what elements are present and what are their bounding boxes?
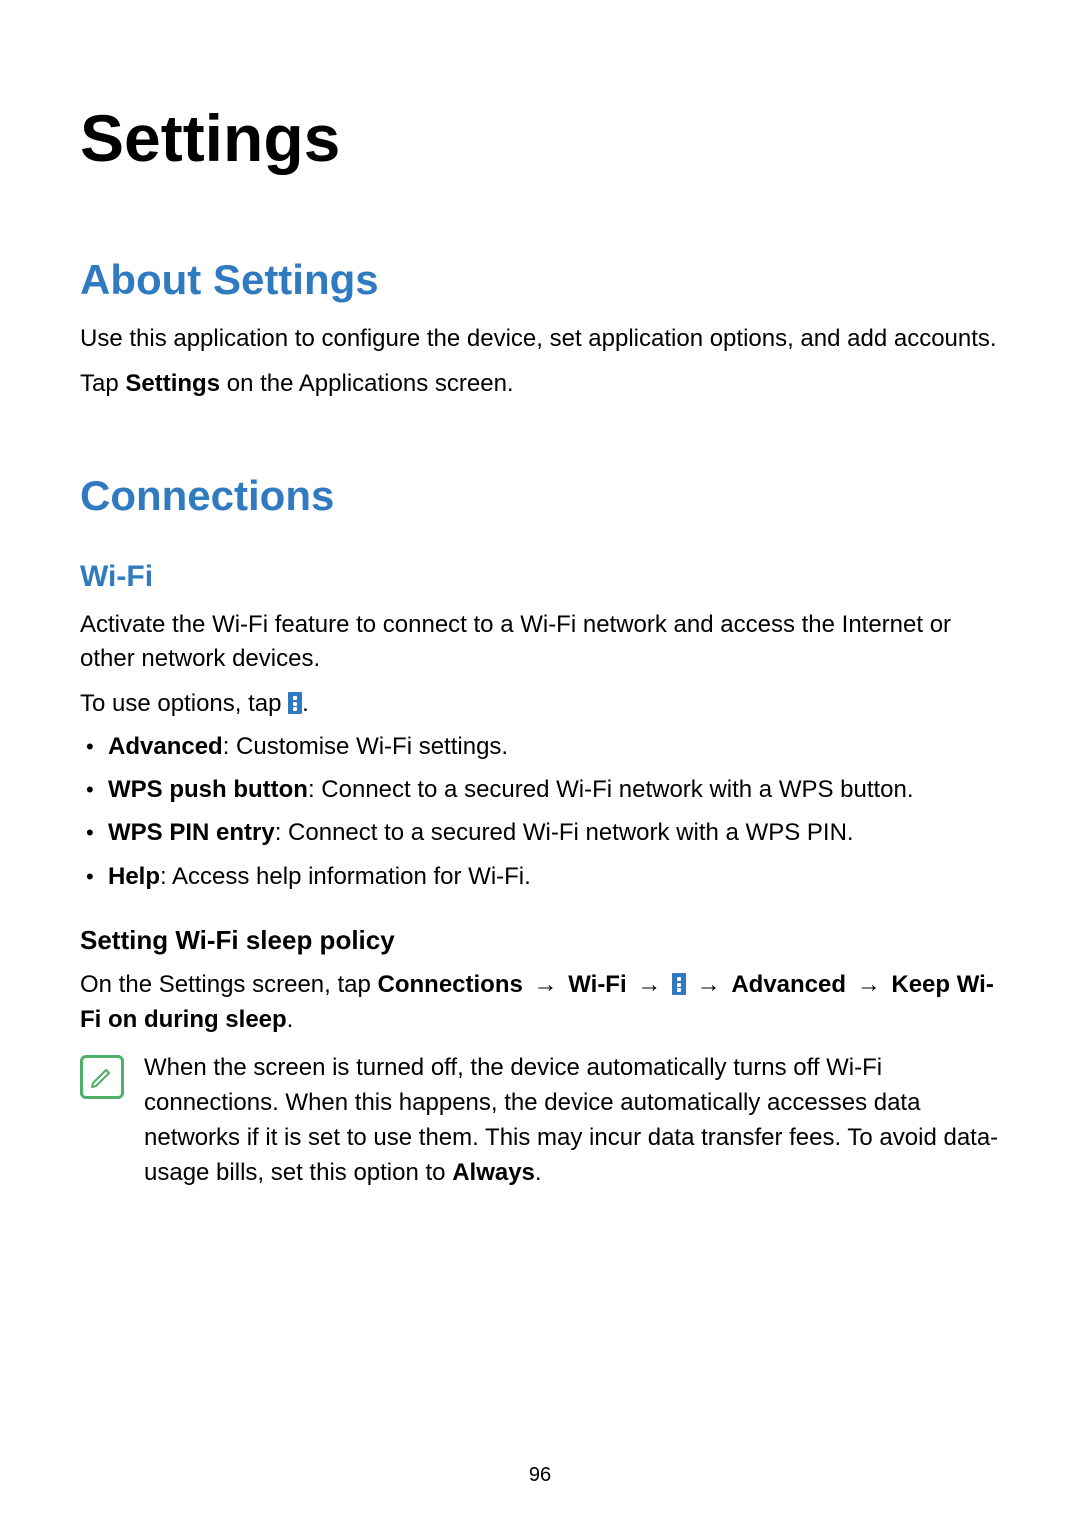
option-desc: : Connect to a secured Wi-Fi network wit…: [308, 776, 914, 803]
about-p2-pre: Tap: [80, 370, 125, 397]
note-icon: [80, 1055, 124, 1099]
more-options-icon: [672, 973, 686, 995]
sleep-path-pre: On the Settings screen, tap: [80, 971, 378, 998]
about-p2-post: on the Applications screen.: [220, 370, 514, 397]
more-options-icon: [288, 692, 302, 714]
about-p2: Tap Settings on the Applications screen.: [80, 367, 1000, 402]
option-label: WPS push button: [108, 776, 308, 803]
arrow-icon: →: [846, 971, 891, 998]
wifi-options-list: Advanced: Customise Wi-Fi settings. WPS …: [80, 728, 1000, 895]
list-item: Advanced: Customise Wi-Fi settings.: [108, 728, 1000, 765]
list-item: WPS push button: Connect to a secured Wi…: [108, 771, 1000, 808]
wifi-p2-post: .: [302, 690, 309, 717]
heading-connections: Connections: [80, 472, 1000, 520]
page-title: Settings: [80, 100, 1000, 176]
about-p1: Use this application to configure the de…: [80, 322, 1000, 357]
note-body: When the screen is turned off, the devic…: [144, 1054, 998, 1185]
manual-page: Settings About Settings Use this applica…: [0, 0, 1080, 1527]
path-seg-connections: Connections: [378, 971, 523, 998]
arrow-icon: →: [627, 971, 672, 998]
heading-wifi: Wi-Fi: [80, 560, 1000, 594]
list-item: Help: Access help information for Wi-Fi.: [108, 858, 1000, 895]
sleep-path: On the Settings screen, tap Connections …: [80, 968, 1000, 1038]
sleep-path-post: .: [287, 1006, 294, 1033]
pencil-note-icon: [88, 1063, 116, 1091]
wifi-p1: Activate the Wi-Fi feature to connect to…: [80, 608, 1000, 678]
page-number: 96: [0, 1464, 1080, 1487]
heading-wifi-sleep-policy: Setting Wi-Fi sleep policy: [80, 925, 1000, 956]
path-seg-wifi: Wi-Fi: [568, 971, 626, 998]
option-label: WPS PIN entry: [108, 819, 275, 846]
option-label: Help: [108, 863, 160, 890]
wifi-p2: To use options, tap .: [80, 687, 1000, 722]
option-label: Advanced: [108, 733, 223, 760]
option-desc: : Connect to a secured Wi-Fi network wit…: [275, 819, 854, 846]
option-desc: : Access help information for Wi-Fi.: [160, 863, 531, 890]
list-item: WPS PIN entry: Connect to a secured Wi-F…: [108, 814, 1000, 851]
arrow-icon: →: [523, 971, 568, 998]
note-text: When the screen is turned off, the devic…: [144, 1051, 1000, 1190]
note-bold: Always: [452, 1159, 535, 1186]
about-p2-bold: Settings: [125, 370, 220, 397]
note-after: .: [535, 1159, 542, 1186]
heading-about-settings: About Settings: [80, 256, 1000, 304]
wifi-p2-pre: To use options, tap: [80, 690, 288, 717]
note-block: When the screen is turned off, the devic…: [80, 1051, 1000, 1190]
path-seg-advanced: Advanced: [731, 971, 846, 998]
note-icon-cell: [80, 1051, 126, 1190]
arrow-icon: →: [686, 971, 731, 998]
option-desc: : Customise Wi-Fi settings.: [223, 733, 508, 760]
